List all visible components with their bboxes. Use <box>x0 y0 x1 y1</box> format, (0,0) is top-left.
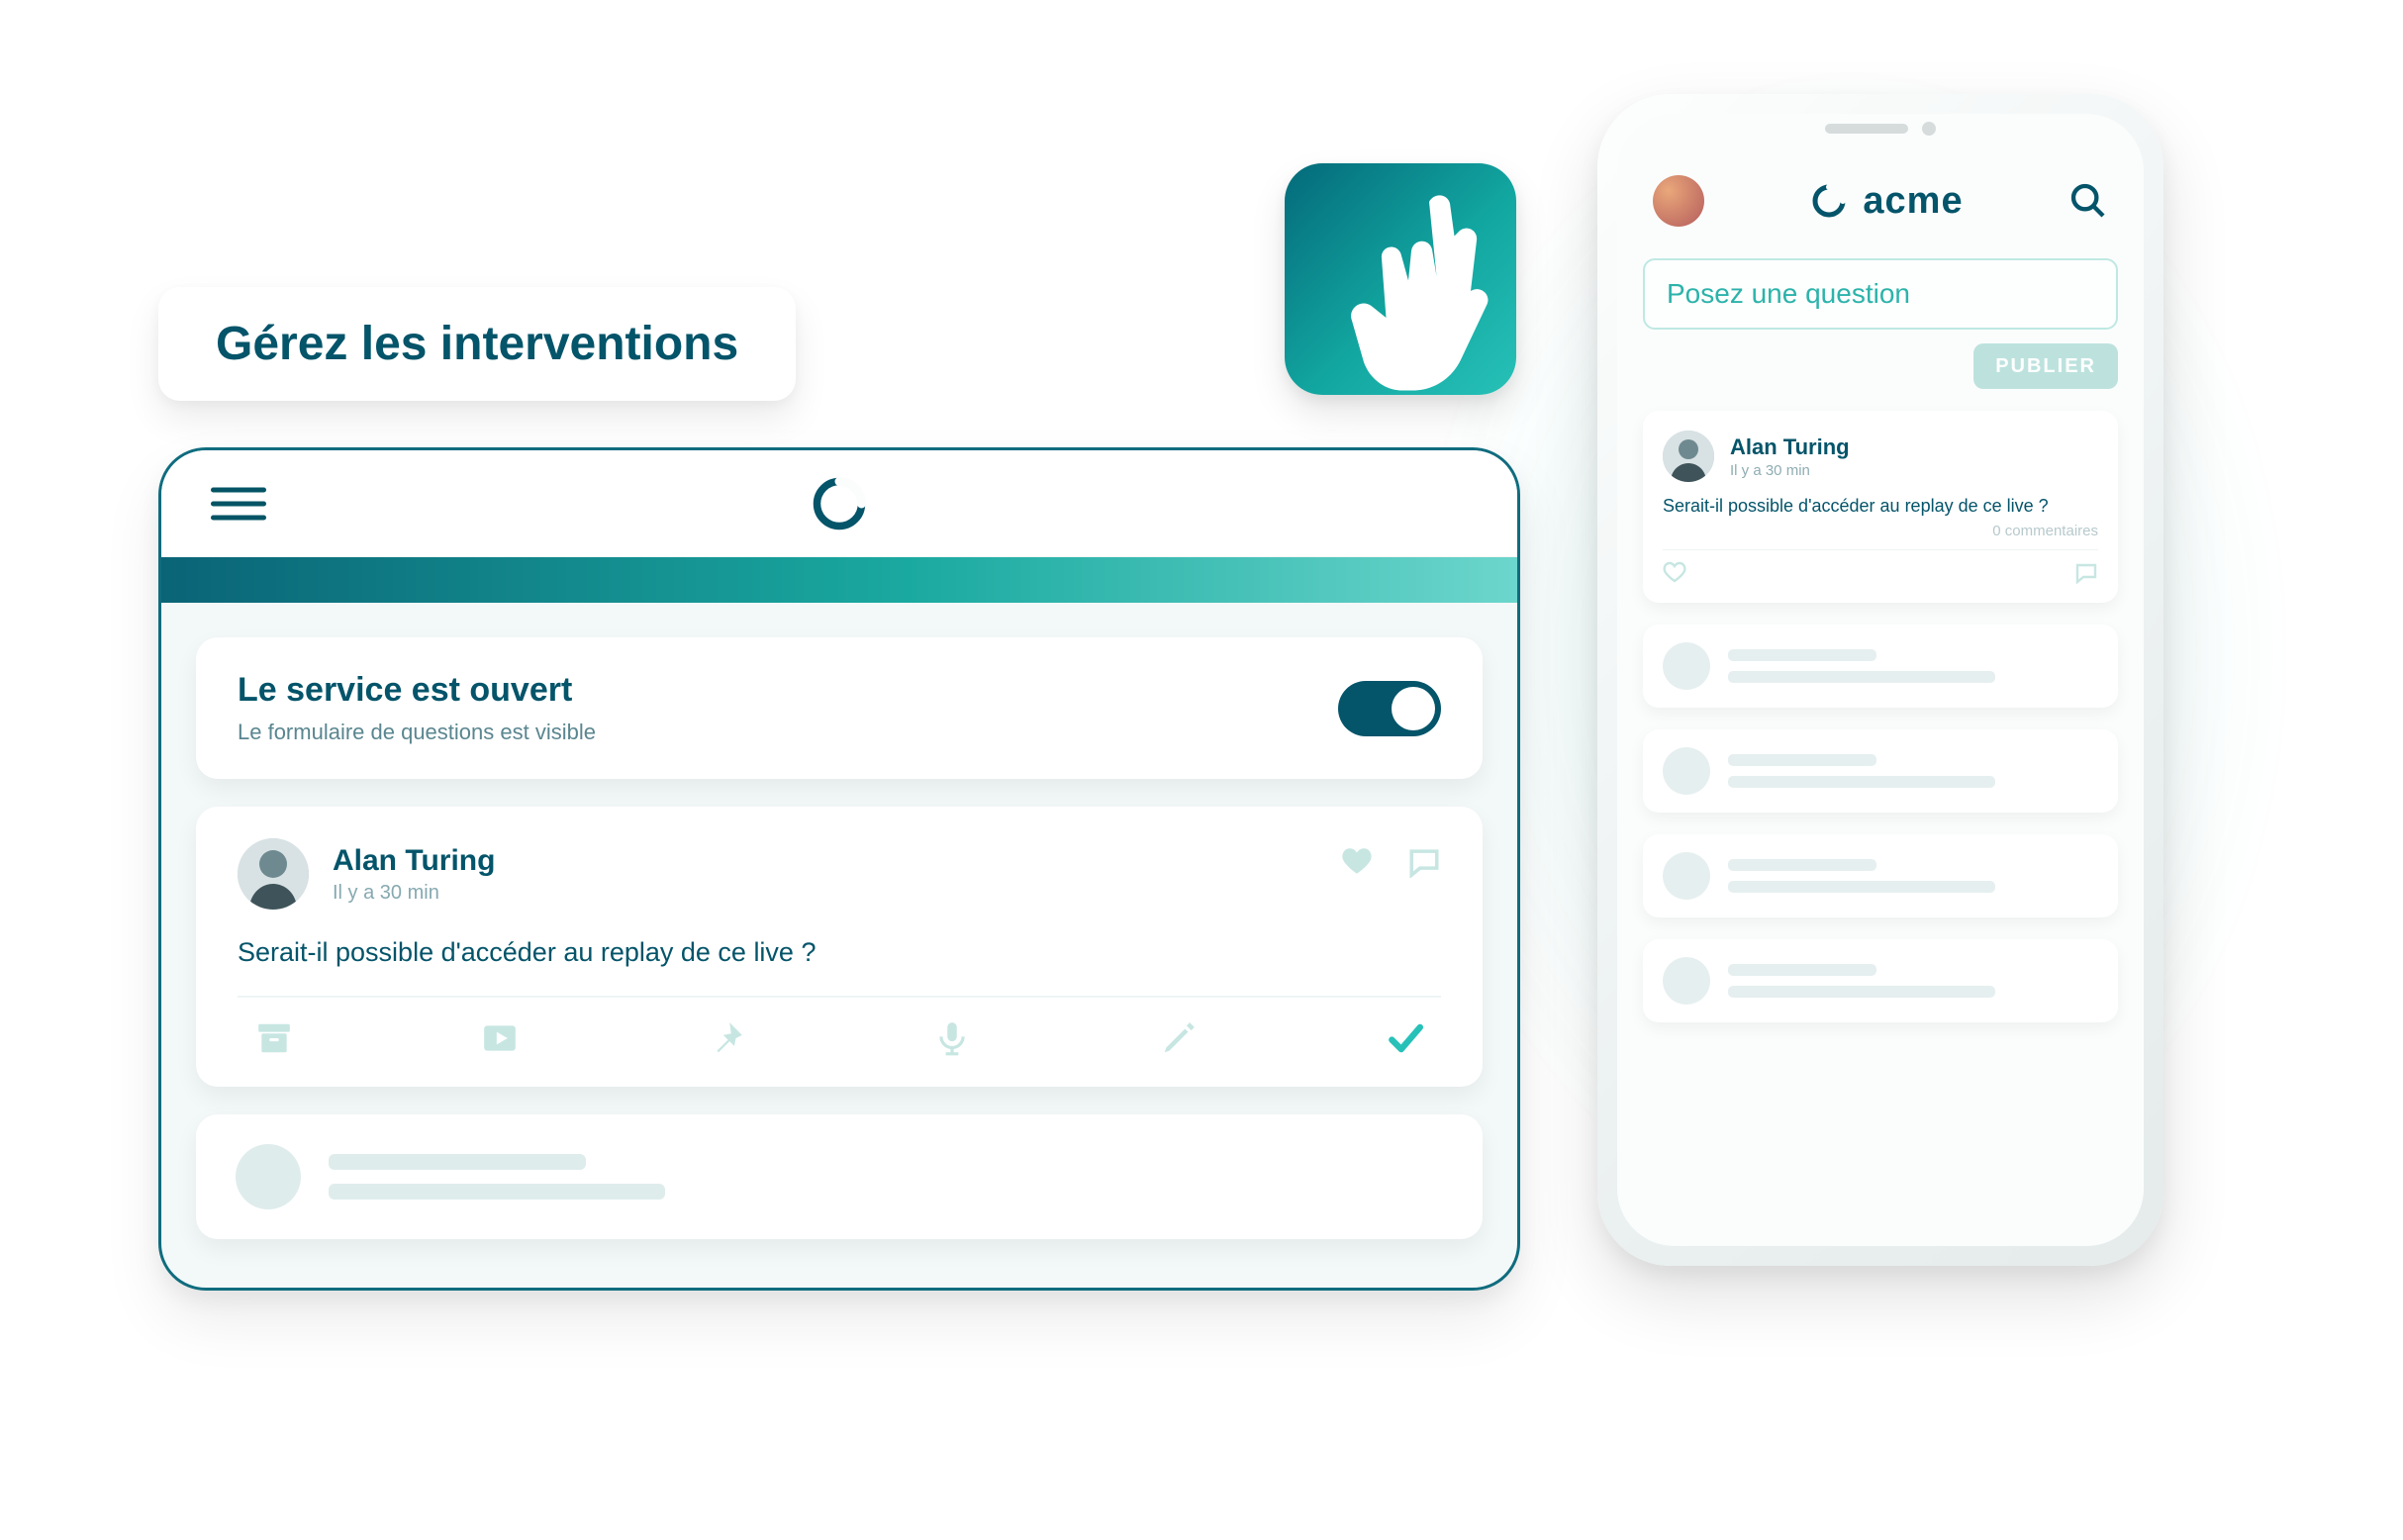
author-avatar <box>238 838 309 910</box>
author-name: Alan Turing <box>333 844 495 878</box>
placeholder-lines <box>329 1154 665 1200</box>
feed-author-avatar <box>1663 431 1714 482</box>
feed-skeleton <box>1643 625 2118 708</box>
check-icon[interactable] <box>1386 1019 1423 1057</box>
raised-hand-tile <box>1285 163 1516 395</box>
status-title: Le service est ouvert <box>238 671 596 710</box>
feed-item[interactable]: Alan Turing Il y a 30 min Serait-il poss… <box>1643 411 2118 603</box>
heart-icon[interactable] <box>1340 844 1374 883</box>
phone-sensors <box>1825 122 1936 136</box>
publish-button[interactable]: PUBLIER <box>1973 343 2118 389</box>
archive-icon[interactable] <box>255 1019 293 1057</box>
accent-gradient-bar <box>161 557 1517 603</box>
page-heading: Gérez les interventions <box>158 287 796 401</box>
phone-mock: acme Posez une question PUBLIER Al <box>1597 94 2163 1266</box>
mic-icon[interactable] <box>933 1019 971 1057</box>
ask-question-placeholder: Posez une question <box>1667 278 1910 310</box>
service-status-card: Le service est ouvert Le formulaire de q… <box>196 637 1483 779</box>
comment-icon[interactable] <box>1407 844 1441 883</box>
status-subtitle: Le formulaire de questions est visible <box>238 720 596 745</box>
brand: acme <box>1809 180 1963 223</box>
feed-comments-count: 0 commentaires <box>1663 523 2098 539</box>
pin-icon[interactable] <box>708 1019 745 1057</box>
feed-skeleton <box>1643 729 2118 813</box>
play-icon[interactable] <box>481 1019 519 1057</box>
feed-skeleton <box>1643 834 2118 917</box>
service-toggle[interactable] <box>1338 681 1441 736</box>
brand-name: acme <box>1863 180 1963 223</box>
search-icon[interactable] <box>2068 181 2108 221</box>
hamburger-icon[interactable] <box>211 478 266 529</box>
comment-icon[interactable] <box>2074 560 2098 589</box>
placeholder-card <box>196 1114 1483 1239</box>
heart-icon[interactable] <box>1663 560 1686 589</box>
user-avatar[interactable] <box>1653 175 1704 227</box>
tablet-topbar <box>161 450 1517 557</box>
tablet-mock: Le service est ouvert Le formulaire de q… <box>158 447 1520 1291</box>
feed-item-text: Serait-il possible d'accéder au replay d… <box>1663 496 2098 517</box>
ask-question-input[interactable]: Posez une question <box>1643 258 2118 330</box>
feed-post-time: Il y a 30 min <box>1730 462 1850 479</box>
placeholder-avatar <box>236 1144 301 1209</box>
brand-logo-icon <box>1809 181 1849 221</box>
brand-logo-icon <box>810 474 869 533</box>
question-card: Alan Turing Il y a 30 min Serait-il poss… <box>196 807 1483 1087</box>
raised-hand-icon <box>1338 193 1516 395</box>
feed-skeleton <box>1643 939 2118 1022</box>
post-time: Il y a 30 min <box>333 882 495 905</box>
question-text: Serait-il possible d'accéder au replay d… <box>238 937 1441 968</box>
edit-icon[interactable] <box>1160 1019 1198 1057</box>
feed-author-name: Alan Turing <box>1730 434 1850 460</box>
